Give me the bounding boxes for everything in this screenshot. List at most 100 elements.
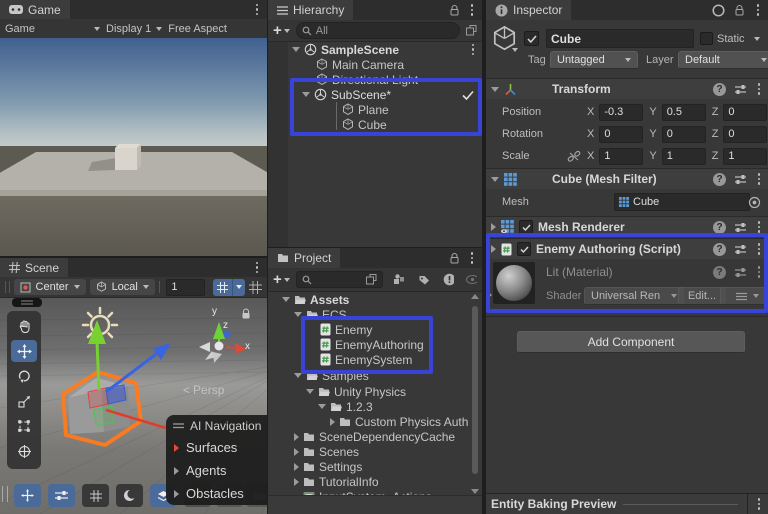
project-item-enemy[interactable]: Enemy — [268, 322, 482, 337]
chevron-down-icon[interactable] — [754, 37, 760, 41]
help-icon[interactable]: ? — [713, 265, 726, 279]
grid-visibility-button[interactable] — [249, 280, 263, 294]
project-item-version[interactable]: 1.2.3 — [268, 399, 482, 414]
lock-icon[interactable] — [735, 4, 744, 16]
expander-icon[interactable] — [302, 92, 310, 97]
active-checkbox[interactable] — [524, 31, 539, 46]
enabled-checkbox[interactable] — [519, 220, 533, 234]
lock-icon[interactable] — [450, 4, 459, 16]
position-y-field[interactable]: 0.5 — [661, 103, 706, 121]
hierarchy-item-directional-light[interactable]: Directional Light — [268, 72, 482, 87]
scene-viewport[interactable]: y z x < Persp AI Navigation Surfaces Age… — [0, 298, 267, 514]
sliders-overlay-button[interactable] — [48, 484, 75, 507]
tab-project[interactable]: Project — [268, 248, 341, 268]
toolbar-drag-handle[interactable] — [12, 298, 42, 307]
kebab-menu-icon[interactable] — [755, 172, 763, 186]
create-button[interactable]: + — [273, 22, 290, 39]
lock-icon[interactable] — [450, 252, 459, 264]
checkmark-icon[interactable] — [462, 90, 474, 100]
expander-icon[interactable] — [174, 489, 179, 498]
presets-icon[interactable] — [734, 222, 747, 233]
expander-icon[interactable] — [294, 462, 299, 471]
project-item-ecs[interactable]: ECS — [268, 307, 482, 322]
position-z-field[interactable]: 0 — [723, 103, 768, 121]
project-item-assets[interactable]: Assets — [268, 292, 482, 307]
rect-tool-button[interactable] — [11, 415, 37, 437]
kebab-menu-icon[interactable] — [469, 43, 477, 57]
expander-icon[interactable] — [294, 477, 299, 486]
grid-snap-toggle[interactable] — [213, 278, 246, 296]
hierarchy-item-main-camera[interactable]: Main Camera — [268, 57, 482, 72]
rotation-x-field[interactable]: 0 — [599, 125, 644, 143]
object-picker-icon[interactable] — [748, 196, 761, 209]
static-checkbox[interactable] — [700, 32, 713, 45]
pivot-dropdown[interactable]: Center — [13, 279, 86, 295]
open-search-window-icon[interactable] — [466, 25, 477, 36]
hierarchy-item-cube[interactable]: Cube — [268, 117, 482, 132]
kebab-menu-icon[interactable] — [468, 3, 476, 17]
kebab-menu-icon[interactable] — [253, 261, 261, 275]
enabled-checkbox[interactable] — [517, 242, 531, 256]
mesh-renderer-header[interactable]: Mesh Renderer ? — [486, 216, 768, 237]
scale-y-field[interactable]: 1 — [661, 147, 706, 165]
name-field[interactable]: Cube — [546, 29, 694, 48]
expander-icon[interactable] — [487, 291, 492, 299]
expander-icon[interactable] — [174, 443, 179, 452]
expander-icon[interactable] — [294, 432, 299, 441]
kebab-menu-icon[interactable] — [754, 3, 762, 17]
expander-icon[interactable] — [491, 86, 499, 92]
add-component-button[interactable]: Add Component — [517, 331, 745, 353]
move-overlay-button[interactable] — [14, 484, 41, 507]
help-icon[interactable]: ? — [713, 220, 726, 234]
hierarchy-item-subscene[interactable]: SubScene* — [268, 87, 482, 102]
gizmo-z-label[interactable]: z — [223, 320, 228, 331]
gizmo-y-label[interactable]: y — [212, 306, 217, 317]
enemy-authoring-header[interactable]: Enemy Authoring (Script) ? — [486, 238, 768, 259]
scale-z-field[interactable]: 1 — [723, 147, 768, 165]
drag-handle[interactable] — [5, 281, 10, 293]
project-item-unity-physics[interactable]: Unity Physics — [268, 384, 482, 399]
tab-scene[interactable]: Scene — [0, 258, 69, 277]
project-item-tutorialinfo[interactable]: TutorialInfo — [268, 474, 482, 489]
rotate-tool-button[interactable] — [11, 365, 37, 387]
move-tool-button[interactable] — [11, 340, 37, 362]
eye-icon[interactable] — [465, 275, 478, 284]
overlay-header[interactable]: AI Navigation — [166, 415, 267, 436]
transform-tool-button[interactable] — [11, 440, 37, 462]
lock-icon[interactable] — [241, 308, 251, 320]
project-item-custom-physics[interactable]: Custom Physics Auth — [268, 414, 482, 429]
shader-edit-button[interactable]: Edit... — [678, 287, 726, 305]
kebab-menu-icon[interactable] — [253, 3, 261, 17]
rotation-z-field[interactable]: 0 — [723, 125, 768, 143]
nav-item-obstacles[interactable]: Obstacles — [166, 482, 267, 505]
expander-icon[interactable] — [292, 47, 300, 52]
link-broken-icon[interactable] — [567, 150, 581, 163]
expander-icon[interactable] — [318, 404, 326, 409]
project-item-settings[interactable]: Settings — [268, 459, 482, 474]
light-toggle-button[interactable] — [116, 484, 143, 507]
selected-cube[interactable] — [61, 320, 171, 447]
expander-icon[interactable] — [174, 466, 179, 475]
search-input[interactable]: All — [295, 22, 460, 39]
scroll-up-icon[interactable] — [471, 294, 479, 299]
kebab-menu-icon[interactable] — [755, 82, 763, 96]
expander-icon[interactable] — [330, 417, 335, 426]
gizmo-x-label[interactable]: x — [245, 341, 250, 352]
material-preview[interactable] — [493, 262, 535, 304]
mesh-object-field[interactable]: Cube — [614, 193, 750, 211]
expander-icon[interactable] — [294, 373, 302, 378]
label-filter-icon[interactable] — [418, 274, 429, 286]
expander-icon[interactable] — [294, 447, 299, 456]
rotation-y-field[interactable]: 0 — [661, 125, 706, 143]
hand-tool-button[interactable] — [11, 315, 37, 337]
kebab-menu-icon[interactable] — [755, 242, 763, 256]
expander-icon[interactable] — [282, 297, 290, 302]
scrollbar-thumb[interactable] — [472, 306, 478, 474]
expander-icon[interactable] — [294, 312, 302, 317]
layer-dropdown[interactable]: Default — [678, 51, 768, 69]
project-item-scenes[interactable]: Scenes — [268, 444, 482, 459]
tab-inspector[interactable]: Inspector — [486, 0, 572, 20]
chevron-down-icon[interactable] — [512, 48, 518, 52]
entity-baking-preview-bar[interactable]: Entity Baking Preview — [486, 493, 768, 514]
grid-tool-button[interactable] — [82, 484, 109, 507]
